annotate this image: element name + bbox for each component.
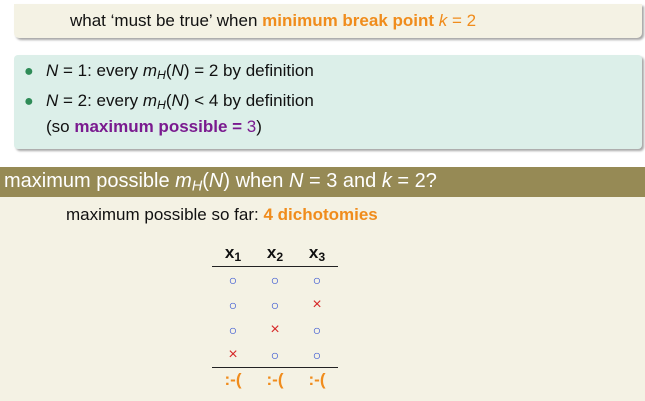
- growth-h-sub: H: [157, 98, 166, 113]
- paren-open: (: [202, 170, 209, 192]
- so-far-prefix: maximum possible so far:: [66, 205, 264, 224]
- table-cell: ○: [228, 321, 238, 338]
- top-box: what ‘must be true’ when minimum break p…: [14, 4, 642, 38]
- facts-block: ● N = 1: every mH(N) = 2 by definition ● N…: [14, 55, 642, 149]
- bullet1-eq: = 1: every: [58, 61, 143, 80]
- n-var: N: [46, 91, 59, 110]
- table-cell: ○: [312, 321, 322, 338]
- so-far-line: maximum possible so far: 4 dichotomies: [66, 205, 378, 225]
- header-sub: 3: [318, 250, 326, 265]
- table-cell: ×: [312, 295, 322, 313]
- sad-face: :-(: [308, 370, 326, 390]
- cont-open: (so: [46, 117, 75, 136]
- cont-close: ): [256, 117, 262, 136]
- sad-face: :-(: [266, 370, 284, 390]
- table-cell: ○: [254, 342, 296, 369]
- header-x: x: [266, 243, 277, 262]
- bullet-icon: ●: [24, 93, 34, 110]
- header-sub: 2: [276, 250, 284, 265]
- table-cell: ○: [228, 271, 238, 288]
- top-box-text: what ‘must be true’ when minimum break p…: [70, 11, 476, 31]
- bullet-icon: ●: [24, 63, 34, 80]
- growth-h-sub: H: [157, 68, 166, 83]
- top-highlight: minimum break point: [262, 11, 435, 30]
- bullet2-rest: < 4 by definition: [189, 91, 314, 110]
- table-cell: ×: [212, 342, 254, 369]
- title-k-var: k: [381, 170, 392, 192]
- header-x: x: [224, 243, 235, 262]
- title-prefix: maximum possible: [4, 170, 176, 192]
- question-block-header: maximum possible mH(N) when N = 3 and k …: [0, 167, 645, 197]
- table-row: ○ ○ ○: [212, 267, 338, 293]
- table-cell: ○: [270, 296, 280, 313]
- bullet1-rest: = 2 by definition: [189, 61, 314, 80]
- title-mid: when: [230, 170, 289, 192]
- title-n-eq: = 3 and: [303, 170, 382, 192]
- header-x: x: [308, 243, 319, 262]
- title-h-sub: H: [191, 178, 203, 195]
- table-row: ○ × ○: [212, 317, 338, 342]
- bullet-n2-continuation: (so maximum possible = 3): [46, 117, 262, 137]
- bullet-n1: ● N = 1: every mH(N) = 2 by definition: [24, 61, 314, 82]
- dichotomy-table: x1 x2 x3 ○ ○ ○ ○ ○ × ○ × ○ × ○ ○:-(:-(…: [212, 243, 338, 392]
- bullet2-eq: = 2: every: [58, 91, 143, 110]
- header-x2: x2: [254, 243, 296, 268]
- max-possible-value: 3: [246, 117, 257, 136]
- growth-m: m: [142, 61, 158, 80]
- table-row: × ○ ○: [212, 342, 338, 369]
- table-cell: ○: [296, 342, 338, 369]
- table-row: ○ ○ ×: [212, 292, 338, 317]
- title-m: m: [175, 170, 192, 192]
- table-cell: ○: [270, 271, 280, 288]
- growth-m: m: [142, 91, 158, 110]
- title-n-var: N: [288, 170, 304, 192]
- growth-arg: N: [171, 91, 184, 110]
- sad-face: :-(: [224, 370, 242, 390]
- top-prefix: what ‘must be true’ when: [70, 11, 263, 30]
- header-x1: x1: [212, 243, 254, 268]
- table-cell: ○: [228, 296, 238, 313]
- title-k-eq: = 2?: [391, 170, 437, 192]
- bullet-n2: ● N = 2: every mH(N) < 4 by definition: [24, 91, 314, 112]
- question-block-body: maximum possible so far: 4 dichotomies x…: [0, 197, 645, 401]
- top-k-eq: = 2: [447, 11, 477, 30]
- growth-arg: N: [171, 61, 184, 80]
- sad-face-row: :-( :-( :-(: [212, 368, 338, 393]
- max-possible-label: maximum possible =: [74, 117, 247, 136]
- table-header-row: x1 x2 x3: [212, 243, 338, 268]
- header-sub: 1: [234, 250, 242, 265]
- header-x3: x3: [296, 243, 338, 268]
- table-cell: ×: [270, 320, 280, 338]
- title-arg: N: [208, 170, 224, 192]
- n-var: N: [46, 61, 59, 80]
- question-title: maximum possible mH(N) when N = 3 and k …: [4, 170, 437, 195]
- table-cell: ○: [312, 271, 322, 288]
- so-far-highlight: 4 dichotomies: [263, 205, 378, 224]
